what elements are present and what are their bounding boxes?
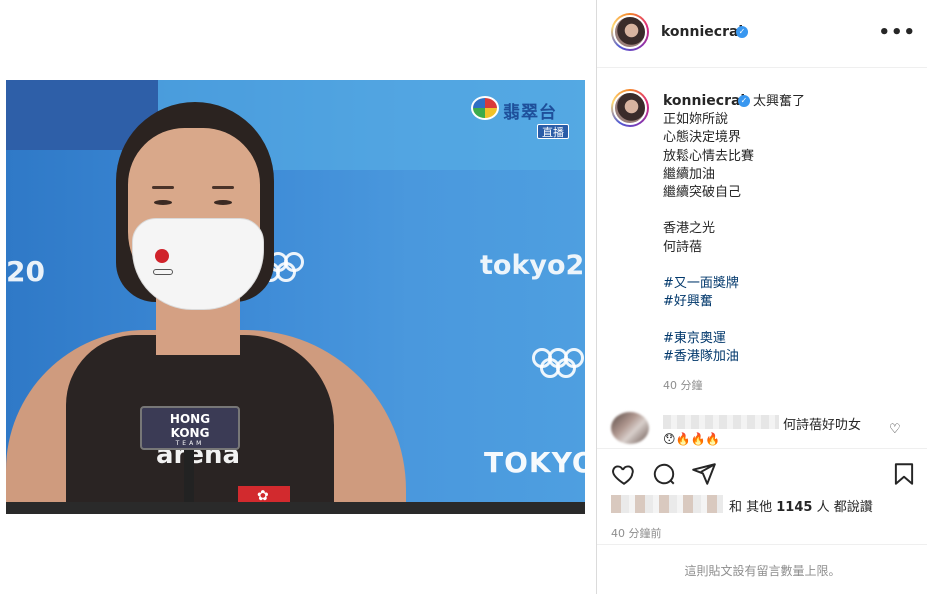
verified-badge-icon: ✓ [736, 26, 748, 38]
author-avatar[interactable] [611, 13, 649, 51]
post-sidebar: konniecrab ✓ ••• konniecrab ✓ 太興奮了 正如妳所說… [596, 0, 927, 594]
hashtag-link[interactable]: #好興奮 [663, 293, 913, 311]
post-photo[interactable]: 20 tokyo20 TOKYO 翡翠台 直播 arena [6, 80, 585, 514]
caption-avatar[interactable] [611, 89, 649, 127]
post-actions: 和 其他 1145 人 都說讚 40 分鐘前 [597, 448, 927, 548]
post-timestamp[interactable]: 40 分鐘前 [611, 525, 662, 541]
mic-text-hong: HONG [169, 412, 211, 426]
caption-line: 放鬆心情去比賽 [663, 148, 755, 164]
post-media-pane: 20 tokyo20 TOKYO 翡翠台 直播 arena [0, 0, 596, 594]
caption-line: 正如妳所說 [663, 112, 729, 128]
tv-bezel [6, 502, 585, 508]
hashtag-link[interactable]: #香港隊加油 [663, 348, 913, 366]
bookmark-icon[interactable] [891, 461, 917, 487]
caption-line: 何詩蓓 [663, 239, 703, 255]
comment-emoji: 😯🔥🔥🔥 [663, 432, 721, 446]
heart-icon[interactable] [611, 461, 637, 487]
microphone-stick [184, 450, 194, 508]
caption-line: 心態決定境界 [663, 130, 742, 146]
liker-avatars[interactable] [611, 495, 723, 513]
caption-line: 繼續突破自己 [663, 185, 742, 201]
share-icon[interactable] [691, 461, 717, 487]
comment-text: 何詩蓓好叻女 [783, 418, 862, 433]
caption-area: konniecrab ✓ 太興奮了 正如妳所說 心態決定境界 放鬆心情去比賽 繼… [597, 69, 927, 449]
commenter-avatar[interactable] [611, 412, 649, 444]
hk-logo-icon [155, 249, 169, 263]
eyebrow [212, 186, 234, 189]
more-options-icon[interactable]: ••• [878, 22, 916, 43]
eyebrow [152, 186, 174, 189]
caption-line: 香港之光 [663, 221, 716, 237]
eye [154, 200, 172, 205]
likes-count: 1145 [776, 500, 813, 515]
likes-suffix: 人 都說讚 [812, 500, 873, 515]
caption-text: 太興奮了 正如妳所說 心態決定境界 放鬆心情去比賽 繼續加油 繼續突破自己 香港… [663, 93, 913, 366]
mic-text-team: TEAM [175, 440, 205, 447]
athlete-figure: arena HONG KONG TEAM [6, 80, 585, 508]
commenter-username[interactable] [663, 415, 779, 429]
likes-summary: 和 其他 1145 人 都說讚 [611, 495, 921, 515]
caption-line: 太興奮了 [753, 94, 806, 109]
tv-screen: 20 tokyo20 TOKYO 翡翠台 直播 arena [6, 80, 585, 508]
post-header: konniecrab ✓ ••• [597, 0, 927, 68]
comment-icon[interactable] [651, 461, 677, 487]
caption-line: 繼續加油 [663, 166, 716, 182]
eye [214, 200, 232, 205]
comment-item: 何詩蓓好叻女 😯🔥🔥🔥 ♡ [597, 410, 927, 450]
hashtag-link[interactable]: #東京奧運 [663, 330, 913, 348]
comment-like-heart-icon[interactable]: ♡ [889, 422, 901, 437]
caption-timestamp[interactable]: 40 分鐘 [663, 377, 703, 393]
comments-limited-notice: 這則貼文設有留言數量上限。 [597, 544, 927, 594]
mask-rings-icon [153, 269, 173, 275]
likes-prefix: 和 其他 [729, 500, 777, 515]
mic-text-kong: KONG [170, 426, 210, 440]
microphone-flag: HONG KONG TEAM [140, 406, 240, 450]
hashtag-link[interactable]: #又一面獎牌 [663, 275, 913, 293]
likes-text[interactable]: 和 其他 1145 人 都說讚 [729, 496, 873, 515]
